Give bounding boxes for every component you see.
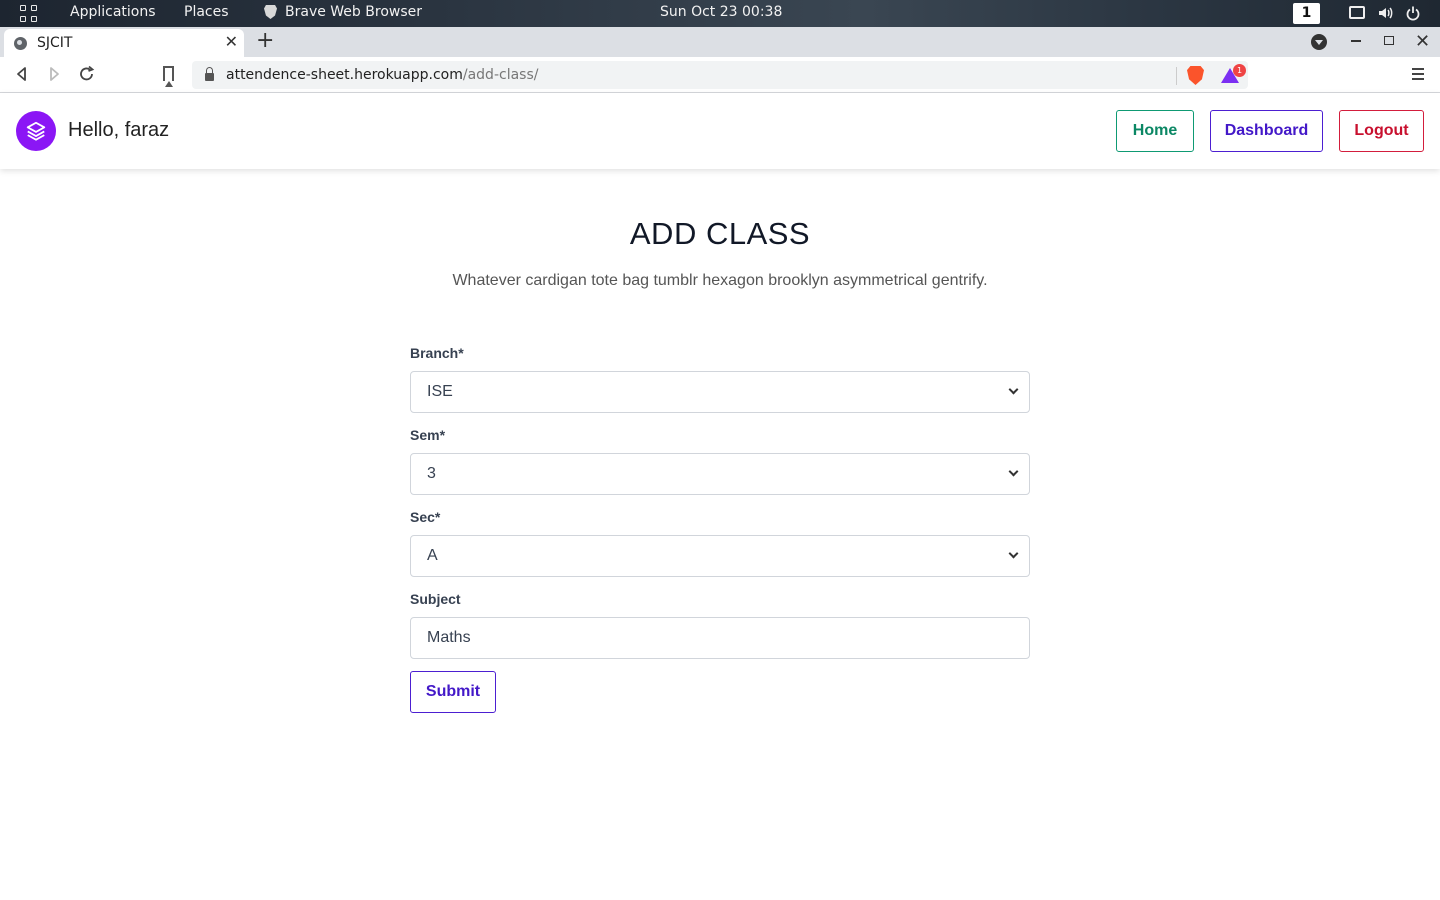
url-path: /add-class/: [462, 67, 539, 83]
rewards-badge: 1: [1233, 64, 1246, 77]
page-title: ADD CLASS: [629, 216, 811, 251]
brave-icon: [264, 5, 277, 19]
home-button[interactable]: Home: [1116, 110, 1194, 152]
minimize-icon[interactable]: [1351, 40, 1361, 42]
chevron-down-icon: [1008, 548, 1019, 559]
brave-shield-icon[interactable]: [1187, 66, 1204, 85]
menu-icon[interactable]: [1412, 68, 1424, 83]
chevron-down-icon: [1008, 384, 1019, 395]
places-menu[interactable]: Places: [184, 4, 229, 20]
sem-value: 3: [427, 465, 436, 482]
subject-label: Subject: [410, 591, 461, 607]
layers-icon: [26, 121, 46, 141]
tab-search-icon[interactable]: [1311, 34, 1327, 50]
new-tab-button[interactable]: +: [256, 29, 274, 53]
branch-select[interactable]: ISE: [410, 371, 1030, 413]
sec-label: Sec*: [410, 509, 441, 525]
page-description: Whatever cardigan tote bag tumblr hexago…: [452, 272, 988, 289]
back-icon[interactable]: [14, 63, 30, 85]
subject-value: Maths: [427, 629, 471, 646]
chevron-down-icon: [1008, 466, 1019, 477]
maximize-icon[interactable]: [1384, 36, 1394, 45]
url-host: attendence-sheet.herokuapp.com: [226, 67, 463, 83]
volume-icon[interactable]: [1377, 5, 1393, 21]
screen-icon[interactable]: [1349, 6, 1365, 19]
window-close-icon[interactable]: ✕: [1415, 31, 1430, 52]
tab-close-icon[interactable]: ✕: [225, 32, 238, 51]
site-header: Hello, faraz Home Dashboard Logout: [0, 93, 1440, 169]
os-top-bar: Applications Places Brave Web Browser Su…: [0, 0, 1440, 27]
globe-icon: [14, 36, 27, 50]
active-app-label: Brave Web Browser: [285, 4, 422, 20]
address-bar[interactable]: attendence-sheet.herokuapp.com /add-clas…: [192, 61, 1248, 89]
dashboard-button[interactable]: Dashboard: [1210, 110, 1323, 152]
logout-button[interactable]: Logout: [1339, 110, 1424, 152]
app-grid-icon[interactable]: [20, 5, 38, 23]
branch-label: Branch*: [410, 345, 464, 361]
reload-icon[interactable]: [78, 63, 96, 85]
tab-strip: SJCIT ✕: [0, 27, 1440, 57]
sem-select[interactable]: 3: [410, 453, 1030, 495]
applications-menu[interactable]: Applications: [70, 4, 156, 20]
active-app-menu[interactable]: Brave Web Browser: [264, 4, 422, 20]
workspace-indicator[interactable]: 1: [1293, 3, 1320, 24]
forward-icon[interactable]: [46, 63, 62, 85]
submit-button[interactable]: Submit: [410, 671, 496, 713]
url-separator: [1176, 67, 1177, 85]
greeting-text: Hello, faraz: [68, 119, 170, 141]
subject-input[interactable]: Maths: [410, 617, 1030, 659]
lock-icon[interactable]: [205, 67, 214, 81]
sec-select[interactable]: A: [410, 535, 1030, 577]
branch-value: ISE: [427, 383, 453, 400]
bookmark-icon[interactable]: [163, 66, 174, 87]
sec-value: A: [427, 547, 438, 564]
browser-toolbar: attendence-sheet.herokuapp.com /add-clas…: [0, 57, 1440, 93]
tab-title: SJCIT: [37, 35, 73, 51]
power-icon[interactable]: [1405, 5, 1421, 21]
clock[interactable]: Sun Oct 23 00:38: [660, 4, 782, 20]
sem-label: Sem*: [410, 427, 446, 443]
logo[interactable]: [16, 111, 56, 151]
tab-sjcit[interactable]: SJCIT ✕: [4, 29, 244, 57]
